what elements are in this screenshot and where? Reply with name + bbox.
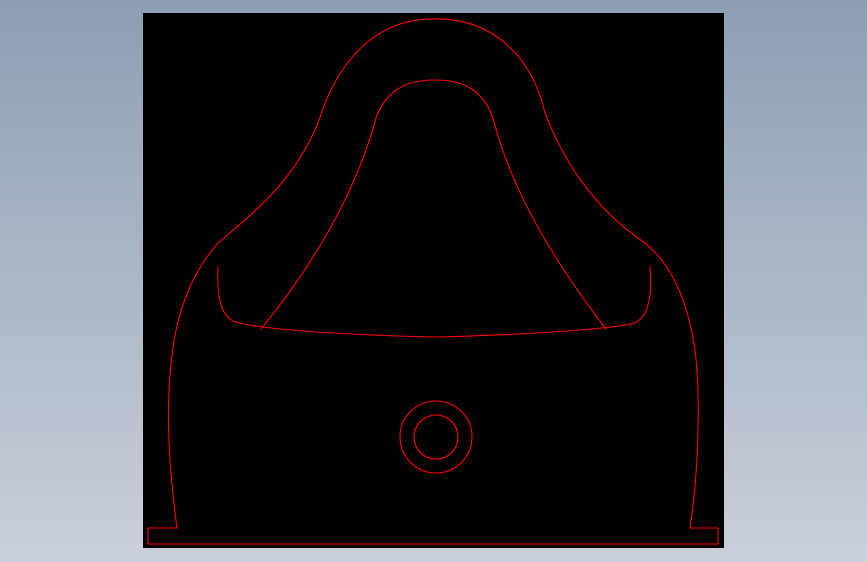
base-flange	[147, 527, 719, 545]
cad-drawing-canvas	[147, 18, 719, 545]
drain-outer-circle	[399, 400, 473, 474]
drain-inner-circle	[413, 414, 459, 460]
cad-viewport[interactable]	[143, 13, 724, 548]
outer-outline	[167, 18, 699, 529]
inner-bowl-outline	[260, 79, 607, 330]
